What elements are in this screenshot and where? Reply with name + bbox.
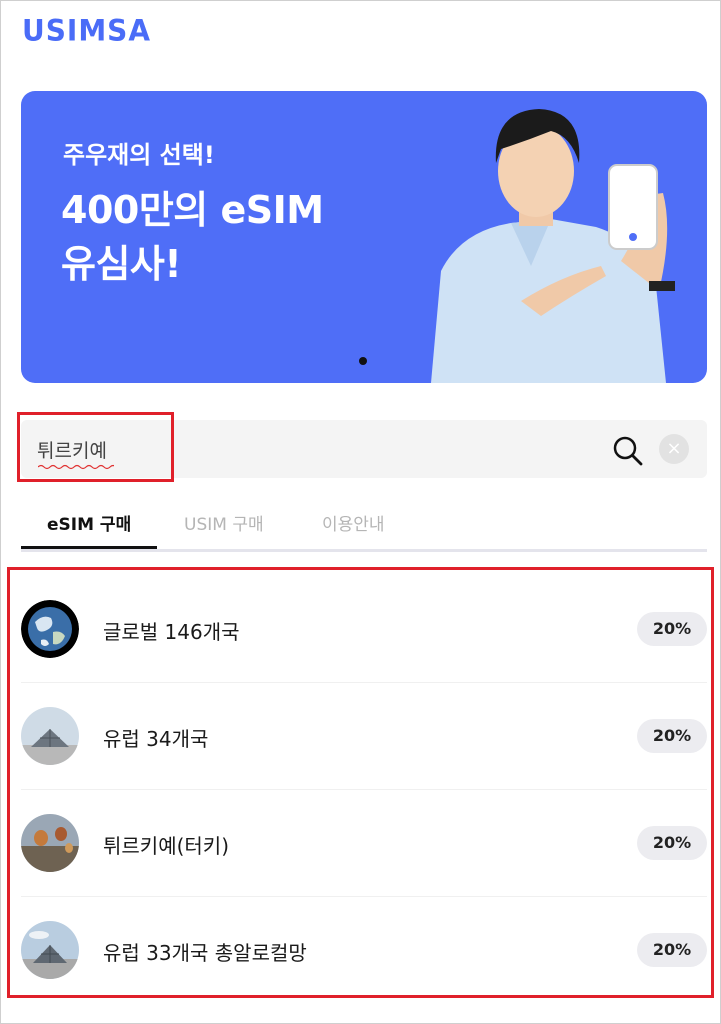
tab-usim-purchase[interactable]: USIM 구매: [184, 510, 264, 535]
banner-person-illustration: [431, 109, 675, 383]
promo-banner[interactable]: 주우재의 선택! 400만의 eSIM 유심사!: [21, 91, 707, 383]
banner-headline-line1: 400만의 eSIM: [61, 188, 324, 232]
tab-bar: eSIM 구매 USIM 구매 이용안내: [21, 498, 707, 552]
clear-icon[interactable]: ×: [659, 434, 689, 464]
banner-headline-line2: 유심사!: [61, 242, 182, 286]
tab-esim-purchase[interactable]: eSIM 구매: [47, 510, 131, 535]
search-icon[interactable]: [611, 434, 645, 468]
usimsa-logo[interactable]: USIMSA: [22, 13, 151, 48]
banner-subtitle: 주우재의 선택!: [63, 141, 215, 169]
banner-headline: 400만의 eSIM 유심사!: [61, 183, 324, 291]
carousel-indicator-dot[interactable]: [359, 357, 367, 365]
active-tab-indicator: [21, 546, 157, 549]
tab-usage-guide[interactable]: 이용안내: [322, 510, 385, 535]
search-highlight-box: [17, 412, 174, 482]
results-highlight-box: [7, 567, 714, 998]
